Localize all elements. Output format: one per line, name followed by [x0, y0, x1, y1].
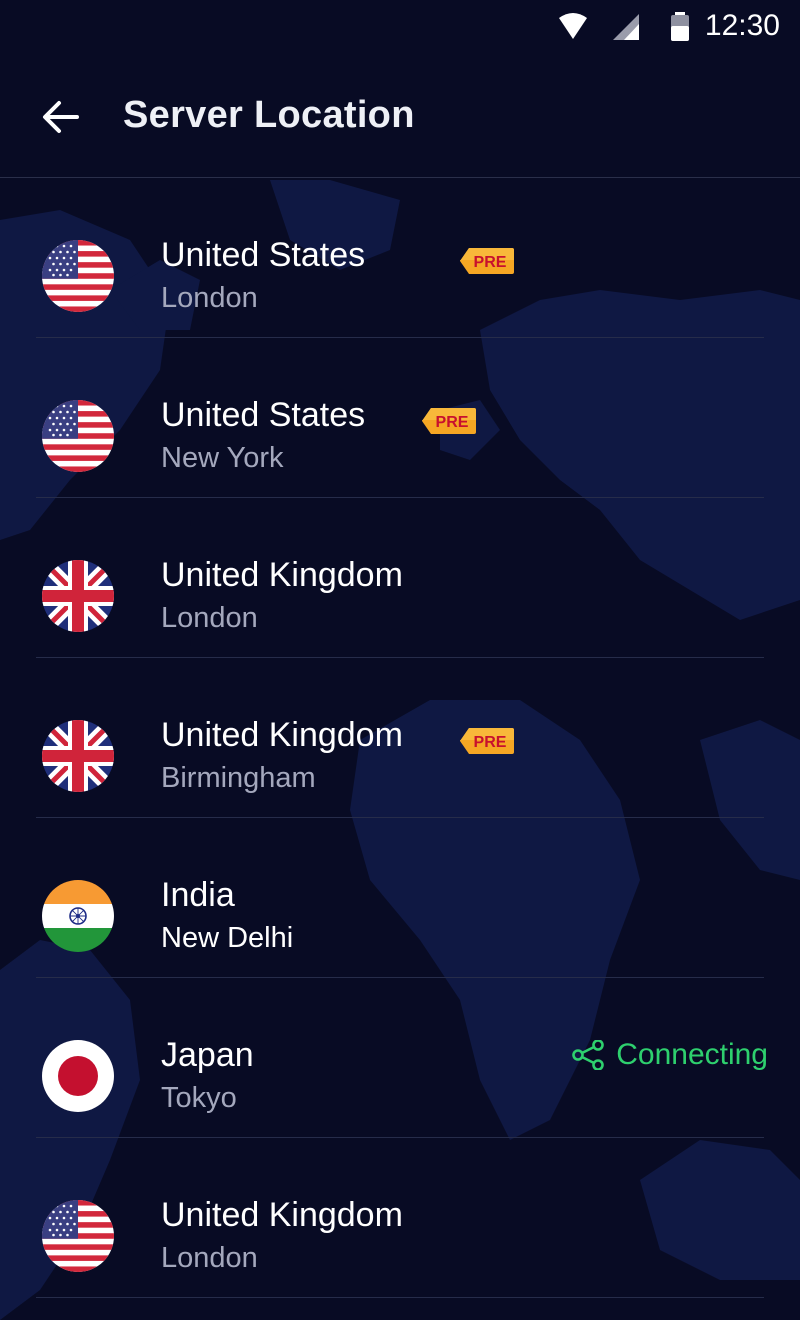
- row-divider: [36, 1297, 764, 1298]
- connection-status: Connecting: [572, 1038, 768, 1072]
- city-name: London: [161, 282, 258, 314]
- wifi-icon: [558, 12, 588, 47]
- country-name: United States: [161, 396, 366, 434]
- country-name: United Kingdom: [161, 716, 403, 754]
- premium-badge: PRE: [460, 728, 514, 754]
- cellular-signal-icon: [612, 12, 640, 47]
- premium-badge-label: PRE: [474, 734, 507, 751]
- japan-flag-icon: [42, 1040, 114, 1112]
- back-button[interactable]: [30, 86, 92, 148]
- city-name: London: [161, 1242, 258, 1274]
- city-name: New York: [161, 442, 284, 474]
- city-name: London: [161, 602, 258, 634]
- status-time: 12:30: [704, 9, 780, 42]
- country-name: United Kingdom: [161, 1196, 403, 1234]
- country-name: United States: [161, 236, 366, 274]
- battery-icon: [669, 12, 691, 47]
- premium-badge-label: PRE: [474, 254, 507, 271]
- city-name: Tokyo: [161, 1082, 237, 1114]
- server-row[interactable]: United Kingdom London: [0, 1138, 800, 1298]
- country-name: Japan: [161, 1036, 254, 1074]
- server-row[interactable]: India New Delhi: [0, 818, 800, 978]
- city-name: Birmingham: [161, 762, 316, 794]
- city-name: New Delhi: [161, 922, 294, 954]
- server-list: United States London PRE United States N…: [0, 178, 800, 1298]
- us-flag-icon: [42, 240, 114, 312]
- premium-badge-label: PRE: [436, 414, 469, 431]
- country-name: India: [161, 876, 235, 914]
- uk-flag-icon: [42, 720, 114, 792]
- connection-status-label: Connecting: [616, 1038, 768, 1071]
- server-row[interactable]: United States London PRE: [0, 178, 800, 338]
- premium-badge: PRE: [460, 248, 514, 274]
- page-title: Server Location: [123, 94, 415, 136]
- premium-badge: PRE: [422, 408, 476, 434]
- us-flag-icon: [42, 1200, 114, 1272]
- uk-flag-icon: [42, 560, 114, 632]
- app-bar: Server Location: [0, 56, 800, 178]
- share-nodes-icon: [572, 1040, 605, 1070]
- country-name: United Kingdom: [161, 556, 403, 594]
- server-row[interactable]: United States New York PRE: [0, 338, 800, 498]
- us-flag-icon: [42, 400, 114, 472]
- server-row[interactable]: Japan Tokyo Connecting: [0, 978, 800, 1138]
- india-flag-icon: [42, 880, 114, 952]
- server-row[interactable]: United Kingdom London: [0, 498, 800, 658]
- status-bar: 12:30: [0, 0, 800, 56]
- arrow-left-icon: [43, 101, 79, 133]
- server-row[interactable]: United Kingdom Birmingham PRE: [0, 658, 800, 818]
